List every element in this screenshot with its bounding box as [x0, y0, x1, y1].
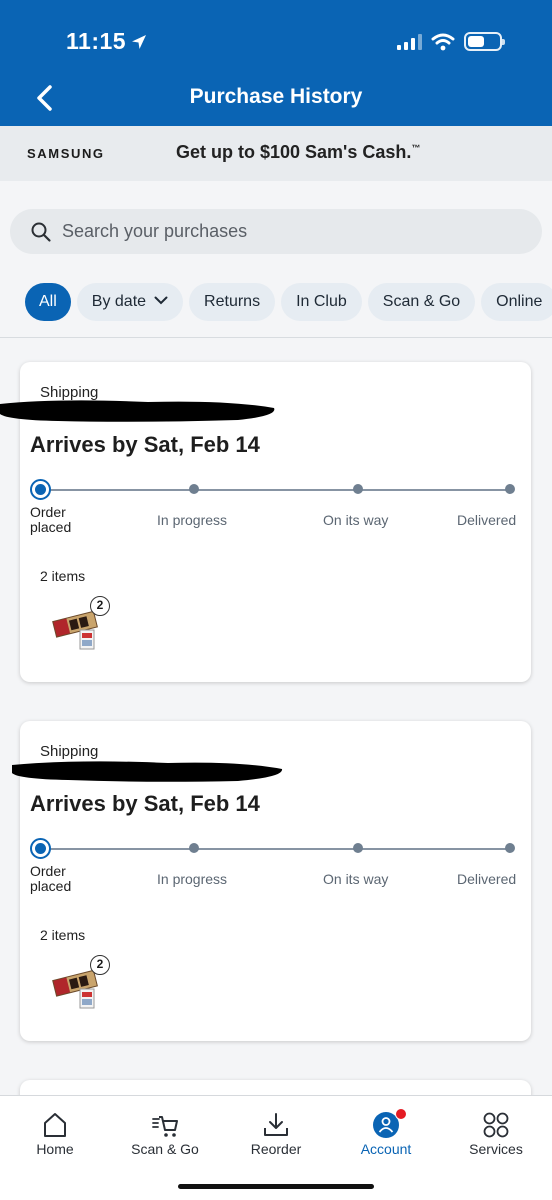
divider: [0, 337, 552, 338]
nav-home[interactable]: Home: [0, 1096, 110, 1176]
location-arrow-icon: [132, 35, 147, 49]
nav-scan-go[interactable]: Scan & Go: [110, 1096, 220, 1176]
step-dot-order-placed: [30, 838, 51, 859]
promo-text: Get up to $100 Sam's Cash.™: [176, 142, 421, 162]
status-time: 11:15: [66, 28, 148, 55]
cellular-signal-icon: [397, 33, 422, 50]
reorder-icon: [264, 1113, 288, 1136]
items-count: 2 items: [40, 568, 86, 584]
step-label-in-progress: In progress: [157, 871, 228, 887]
filter-chip-returns[interactable]: Returns: [189, 283, 276, 321]
step-dot-delivered: [505, 484, 515, 494]
promo-brand-logo: SAMSUNG: [27, 146, 105, 161]
step-dot-in-progress: [189, 484, 199, 494]
step-label-order-placed: Order placed: [30, 504, 72, 535]
nav-label: Services: [469, 1141, 523, 1157]
step-dot-order-placed: [30, 479, 51, 500]
filter-chip-all[interactable]: All: [25, 283, 71, 321]
app-header: 11:15 Purchase History: [0, 0, 552, 126]
redaction-mark: [12, 761, 283, 782]
page-title: Purchase History: [189, 85, 363, 108]
nav-reorder[interactable]: Reorder: [221, 1096, 331, 1176]
nav-label: Home: [36, 1141, 74, 1157]
filter-chip-scan-go[interactable]: Scan & Go: [367, 283, 476, 321]
progress-track: [40, 489, 514, 491]
redaction-mark: [0, 400, 275, 422]
step-label-on-its-way: On its way: [323, 871, 389, 887]
step-label-order-placed: Order placed: [30, 863, 72, 894]
arrival-date: Arrives by Sat, Feb 14: [30, 791, 260, 816]
order-card[interactable]: Shipping Arrives by Sat, Feb 14 Order pl…: [12, 721, 531, 1041]
search-input[interactable]: [62, 209, 522, 254]
search-bar[interactable]: [10, 209, 542, 254]
step-dot-on-its-way: [353, 843, 363, 853]
filter-chip-online[interactable]: Online: [481, 283, 552, 321]
nav-label: Account: [360, 1141, 412, 1157]
item-quantity-badge: 2: [90, 596, 110, 616]
search-icon: [31, 222, 51, 242]
filter-chips: All By date Returns In Club Scan & Go Online: [25, 283, 552, 321]
step-dot-in-progress: [189, 843, 199, 853]
wifi-icon: [431, 33, 455, 50]
items-count: 2 items: [40, 927, 86, 943]
nav-label: Reorder: [250, 1141, 302, 1157]
home-icon: [44, 1113, 66, 1137]
step-dot-on-its-way: [353, 484, 363, 494]
filter-chip-in-club[interactable]: In Club: [281, 283, 362, 321]
order-card[interactable]: Shipping Arrives by Sat, Feb 14 Order pl…: [0, 362, 531, 682]
step-dot-delivered: [505, 843, 515, 853]
step-label-in-progress: In progress: [157, 512, 228, 528]
services-icon: [483, 1112, 509, 1138]
status-icons: [397, 32, 505, 51]
item-quantity-badge: 2: [90, 955, 110, 975]
notification-dot: [395, 1108, 407, 1120]
filter-chip-by-date[interactable]: By date: [76, 283, 184, 321]
battery-icon: [464, 32, 505, 51]
chevron-down-icon: [154, 296, 168, 305]
progress-track: [40, 848, 514, 850]
arrival-date: Arrives by Sat, Feb 14: [30, 432, 260, 457]
step-label-delivered: Delivered: [457, 512, 517, 528]
step-label-on-its-way: On its way: [323, 512, 389, 528]
step-label-delivered: Delivered: [457, 871, 517, 887]
nav-services[interactable]: Services: [441, 1096, 551, 1176]
home-indicator: [178, 1184, 374, 1189]
nav-label: Scan & Go: [131, 1141, 199, 1157]
promo-banner[interactable]: SAMSUNG Get up to $100 Sam's Cash.™: [0, 126, 552, 181]
nav-account[interactable]: Account: [331, 1096, 441, 1176]
scan-cart-icon: [152, 1116, 178, 1137]
